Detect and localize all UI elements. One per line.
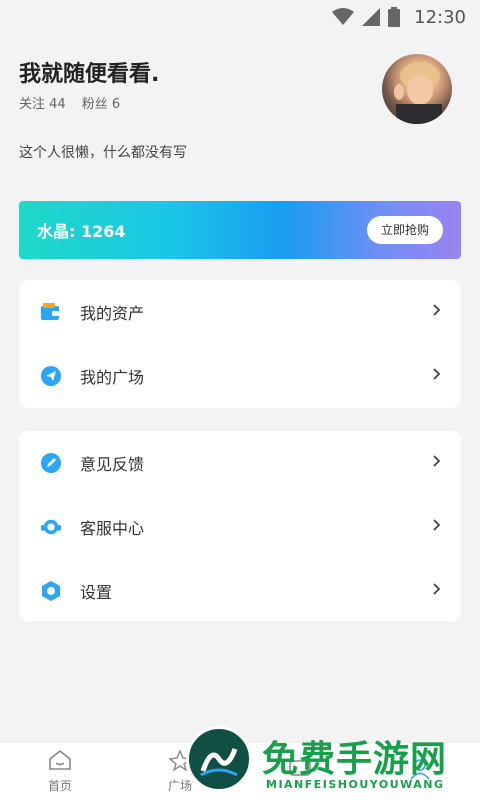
wifi-icon [332,8,355,26]
menu-label: 设置 [80,583,113,602]
following-count[interactable]: 关注 44 [19,93,66,112]
menu-item-settings[interactable]: 设置 [19,559,461,623]
battery-icon [388,7,401,27]
crystal-banner: 水晶: 1264 立即抢购 [19,201,461,259]
chevron-right-icon [433,368,441,384]
profile-name: 我就随便看看. [19,62,160,87]
watermark-logo [186,726,252,792]
menu-label: 客服中心 [80,519,145,538]
menu-label: 我的广场 [80,368,145,387]
menu-label: 意见反馈 [80,455,145,474]
menu-label: 我的资产 [80,304,145,323]
chevron-right-icon [433,455,441,471]
chevron-right-icon [433,519,441,535]
buy-now-button[interactable]: 立即抢购 [366,216,443,244]
nav-item-home[interactable]: 首页 [20,749,100,794]
profile-stats: 关注 44 粉丝 6 [19,93,120,112]
chevron-right-icon [433,304,441,320]
chevron-right-icon [433,583,441,599]
menu-item-my-plaza[interactable]: 我的广场 [19,344,461,408]
paper-plane-icon [41,366,61,386]
menu-item-my-assets[interactable]: 我的资产 [19,280,461,344]
profile-bio: 这个人很懒，什么都没有写 [19,145,187,161]
menu-item-feedback[interactable]: 意见反馈 [19,431,461,495]
watermark: 免费手游网 MIANFEISHOUYOUWANG [182,726,480,800]
home-icon [48,749,72,775]
pencil-icon [41,453,61,473]
avatar[interactable] [382,54,452,124]
hexagon-gear-icon [41,581,61,601]
status-bar: 12:30 [0,0,480,34]
crystal-balance: 水晶: 1264 [37,222,126,241]
signal-icon [362,8,381,26]
nav-label: 首页 [47,779,72,793]
status-time: 12:30 [414,6,466,28]
followers-count[interactable]: 粉丝 6 [82,93,120,112]
wallet-icon [41,302,61,322]
menu-item-customer-service[interactable]: 客服中心 [19,495,461,559]
menu-card-assets: 我的资产 我的广场 [19,280,461,408]
watermark-title: 免费手游网 [262,739,448,780]
watermark-subtitle: MIANFEISHOUYOUWANG [266,778,445,791]
headset-icon [41,517,61,537]
menu-card-support: 意见反馈 客服中心 设置 [19,431,461,621]
